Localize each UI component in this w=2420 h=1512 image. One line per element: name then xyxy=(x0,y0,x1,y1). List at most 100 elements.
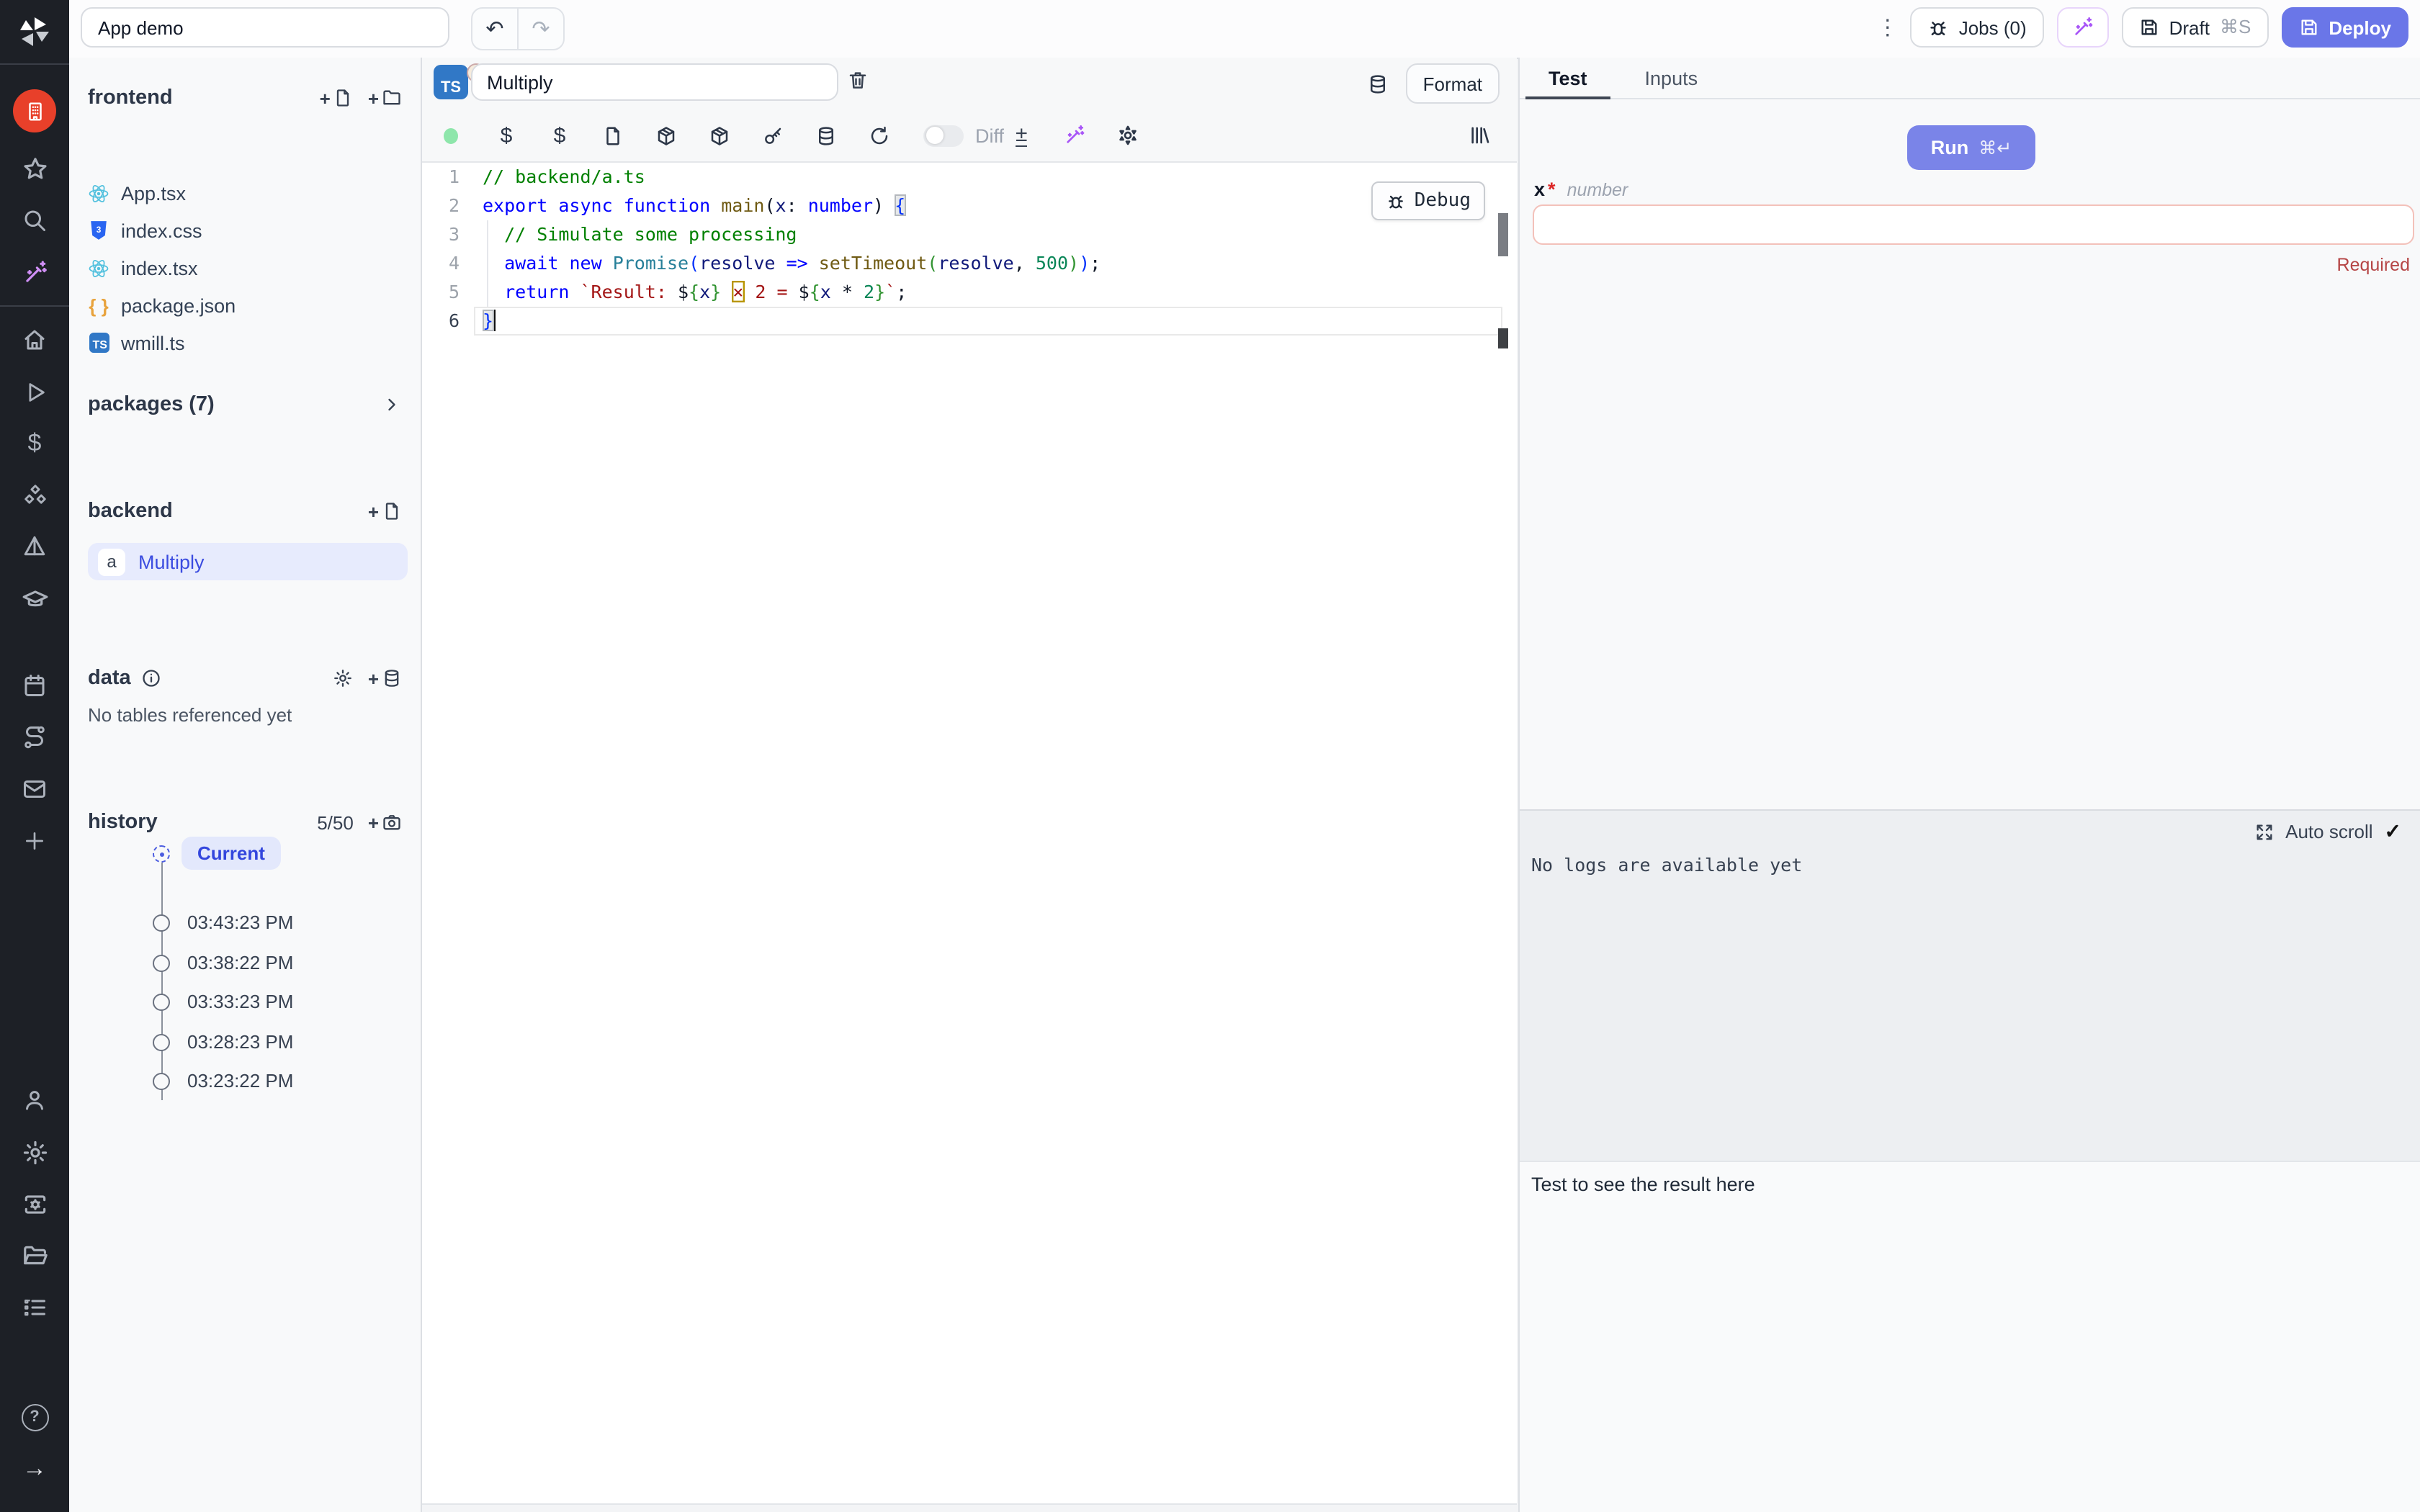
calendar-icon[interactable] xyxy=(0,660,69,711)
svg-text:3: 3 xyxy=(97,225,102,235)
home-icon[interactable] xyxy=(0,314,69,366)
ai-assistant-button[interactable] xyxy=(2057,7,2109,48)
editor-settings-icon[interactable] xyxy=(1101,124,1155,147)
search-icon[interactable] xyxy=(0,194,69,246)
flows-route-icon[interactable] xyxy=(0,711,69,763)
add-database-button[interactable]: + xyxy=(368,668,402,688)
history-entry[interactable]: 03:28:23 PM xyxy=(187,1030,293,1052)
result-panel: Test to see the result here xyxy=(1520,1161,2420,1512)
help-icon[interactable]: ? xyxy=(0,1391,69,1443)
ai-wand-icon[interactable] xyxy=(0,246,69,298)
history-node[interactable] xyxy=(153,954,170,971)
package-icon[interactable] xyxy=(640,125,693,146)
resource-list-icon[interactable] xyxy=(0,1282,69,1333)
history-entry[interactable]: 03:23:22 PM xyxy=(187,1070,293,1092)
data-settings-icon[interactable] xyxy=(333,668,354,688)
packages-section-header[interactable]: packages (7) xyxy=(88,390,402,419)
contextual-dollar-icon[interactable]: $ xyxy=(533,123,586,148)
undo-button[interactable]: ↶ xyxy=(472,9,519,49)
expand-rail-icon[interactable]: → xyxy=(0,1443,69,1495)
history-node[interactable] xyxy=(153,1073,170,1090)
history-count: 5/50 xyxy=(317,811,354,833)
tab-test[interactable]: Test xyxy=(1520,58,1616,98)
database-icon[interactable] xyxy=(1367,73,1389,94)
package-icon[interactable] xyxy=(693,125,746,146)
deploy-button[interactable]: Deploy xyxy=(2281,7,2408,48)
more-menu-icon[interactable]: ⋮ xyxy=(1877,14,1897,40)
favorites-star-icon[interactable] xyxy=(0,143,69,194)
left-icon-rail: $ xyxy=(0,0,69,1512)
history-node[interactable] xyxy=(153,1033,170,1050)
file-row-index.tsx[interactable]: index.tsx xyxy=(88,249,405,287)
run-button[interactable]: Run ⌘↵ xyxy=(1907,125,2035,170)
runs-play-icon[interactable] xyxy=(0,366,69,418)
code-line-1[interactable]: 1// backend/a.ts xyxy=(422,163,1517,192)
file-row-App.tsx[interactable]: App.tsx xyxy=(88,174,405,212)
test-panel: TestInputs Run ⌘↵ x* number Required Aut… xyxy=(1518,58,2420,1512)
windmill-logo[interactable] xyxy=(0,0,69,65)
backend-script-multiply[interactable]: a Multiply xyxy=(88,543,408,580)
code-line-5[interactable]: 5 return `Result: ${x} × 2 = ${x * 2}`; xyxy=(422,278,1517,307)
history-entry[interactable]: 03:33:23 PM xyxy=(187,991,293,1012)
workspace-icon[interactable] xyxy=(0,79,69,143)
learn-graduation-icon[interactable] xyxy=(0,573,69,625)
code-line-4[interactable]: 4 await new Promise(resolve => setTimeou… xyxy=(422,249,1517,278)
ai-wand-icon[interactable] xyxy=(1048,124,1101,147)
file-row-index.css[interactable]: 3index.css xyxy=(88,212,405,249)
info-icon[interactable] xyxy=(141,668,161,688)
user-icon[interactable] xyxy=(0,1074,69,1126)
x-number-input[interactable] xyxy=(1533,204,2414,245)
scrollbar-cursor-marker xyxy=(1498,328,1508,348)
database-icon[interactable] xyxy=(799,125,853,146)
history-node[interactable] xyxy=(153,994,170,1011)
settings-gear-icon[interactable] xyxy=(0,1126,69,1178)
variables-dollar-icon[interactable]: $ xyxy=(0,418,69,469)
text-cursor xyxy=(493,310,496,331)
code-area[interactable]: 1// backend/a.ts2export async function m… xyxy=(422,163,1517,1502)
history-node[interactable] xyxy=(153,914,170,932)
add-plus-icon[interactable] xyxy=(0,815,69,867)
draft-button[interactable]: Draft ⌘S xyxy=(2122,7,2269,48)
building-icon xyxy=(13,89,56,132)
delete-script-icon[interactable] xyxy=(847,69,869,91)
expand-icon[interactable] xyxy=(2254,822,2274,842)
history-entry[interactable]: 03:38:22 PM xyxy=(187,951,293,973)
resources-cubes-icon[interactable] xyxy=(0,469,69,521)
history-entry[interactable]: 03:43:23 PM xyxy=(187,912,293,933)
worker-groups-icon[interactable] xyxy=(0,1178,69,1230)
save-icon xyxy=(2298,17,2318,37)
variables-dollar-icon[interactable]: $ xyxy=(480,123,533,148)
code-line-6[interactable]: 6} xyxy=(422,307,1517,336)
jobs-button[interactable]: Jobs (0) xyxy=(1910,7,2044,48)
refresh-icon[interactable] xyxy=(853,125,906,146)
mail-icon[interactable] xyxy=(0,763,69,815)
script-title-input[interactable]: Multiply xyxy=(471,63,838,101)
format-button[interactable]: Format xyxy=(1406,63,1500,104)
file-icon[interactable] xyxy=(586,125,640,146)
data-section-header: data + xyxy=(88,664,402,693)
code-line-3[interactable]: 3 // Simulate some processing xyxy=(422,220,1517,249)
debug-button[interactable]: Debug xyxy=(1371,181,1485,220)
key-icon[interactable] xyxy=(746,125,799,146)
add-folder-button[interactable]: + xyxy=(368,88,402,108)
editor-header: TS Multiply Format $ $ xyxy=(422,58,1517,163)
add-script-button[interactable]: + xyxy=(368,501,402,521)
schedules-pyramid-icon[interactable] xyxy=(0,521,69,573)
library-icon[interactable] xyxy=(1468,109,1491,161)
plus-minus-icon[interactable]: ± xyxy=(1016,124,1027,147)
diff-toggle[interactable] xyxy=(923,125,964,146)
folders-icon[interactable] xyxy=(0,1230,69,1282)
history-current-pill[interactable]: Current xyxy=(182,837,281,870)
autoscroll-control[interactable]: Auto scroll ✓ xyxy=(2254,819,2401,844)
file-row-package.json[interactable]: { }package.json xyxy=(88,287,405,324)
status-dot xyxy=(422,127,480,143)
app-name-input[interactable]: App demo xyxy=(81,7,449,48)
add-file-button[interactable]: + xyxy=(320,88,354,108)
redo-button[interactable]: ↷ xyxy=(519,9,563,49)
code-line-2[interactable]: 2export async function main(x: number) { xyxy=(422,192,1517,220)
add-snapshot-button[interactable]: + xyxy=(368,812,402,832)
file-row-wmill.ts[interactable]: TSwmill.ts xyxy=(88,324,405,361)
tab-inputs[interactable]: Inputs xyxy=(1616,58,1727,98)
result-empty-text: Test to see the result here xyxy=(1531,1174,1755,1195)
scrollbar-thumb[interactable] xyxy=(1498,213,1508,256)
